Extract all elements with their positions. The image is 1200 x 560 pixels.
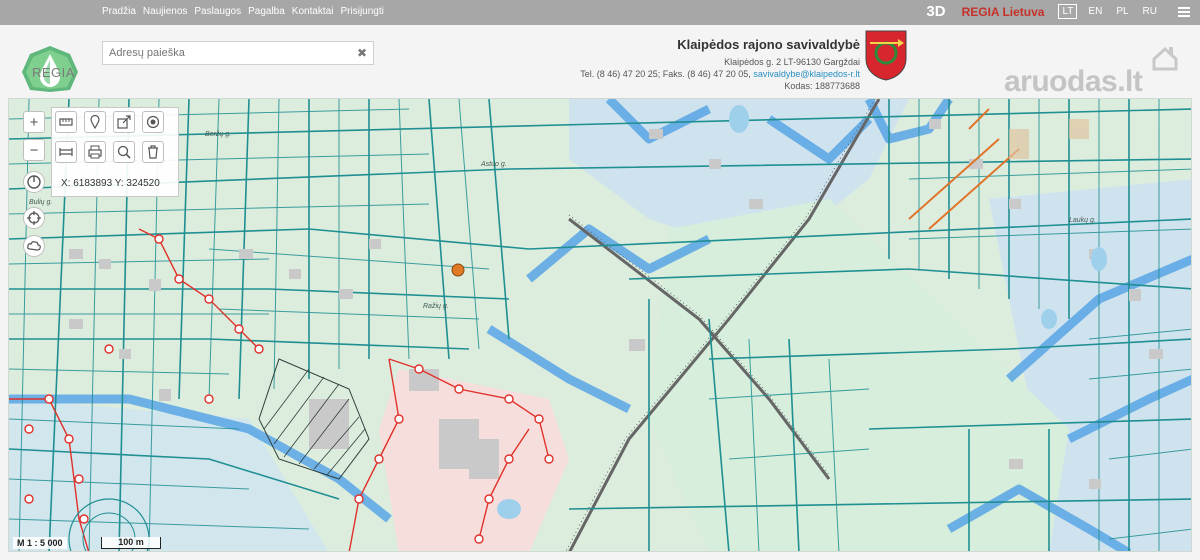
print-button[interactable]: [84, 141, 106, 163]
lang-lt[interactable]: LT: [1058, 4, 1078, 19]
compass-button[interactable]: [23, 171, 45, 193]
map-canvas: [9, 99, 1191, 551]
scale-bar: 100 m: [101, 537, 161, 549]
top-bar: Pradžia Naujienos Paslaugos Pagalba Kont…: [0, 0, 1200, 25]
top-right-nav: 3D REGIA Lietuva LT EN PL RU: [926, 3, 1190, 20]
trash-icon: [148, 145, 158, 159]
coat-of-arms-icon: [865, 30, 907, 81]
header: REGIA ✖ Klaipėdos rajono savivaldybė Kla…: [0, 25, 1200, 98]
ruler-icon: [59, 118, 73, 126]
municipality-info: Klaipėdos rajono savivaldybė Klaipėdos g…: [580, 37, 860, 92]
street-label: Ražių g.: [423, 303, 449, 310]
measure-button[interactable]: [55, 111, 77, 133]
nav-link-home[interactable]: Pradžia: [102, 6, 136, 17]
municipality-name: Klaipėdos rajono savivaldybė: [677, 37, 860, 52]
street-label: Beržų g.: [205, 131, 232, 138]
municipality-phone: Tel. (8 46) 47 20 25; Faks. (8 46) 47 20…: [580, 69, 751, 79]
zoom-out-button[interactable]: −: [23, 139, 45, 161]
compass-icon: [27, 175, 41, 189]
cloud-icon: [27, 241, 41, 251]
nav-link-news[interactable]: Naujienos: [143, 6, 187, 17]
street-label: Astuo g.: [481, 161, 507, 168]
search-icon: [117, 145, 131, 159]
street-label: Bulių g.: [29, 199, 53, 206]
search-area-button[interactable]: [113, 141, 135, 163]
top-nav: Pradžia Naujienos Paslaugos Pagalba Kont…: [102, 6, 384, 17]
delete-button[interactable]: [142, 141, 164, 163]
watermark: aruodas.lt: [1004, 65, 1143, 98]
nav-link-contacts[interactable]: Kontaktai: [292, 6, 334, 17]
3d-button[interactable]: 3D: [926, 3, 945, 20]
crosshair-icon: [27, 211, 41, 225]
location-marker: [451, 263, 465, 277]
coordinates-readout: X: 6183893 Y: 324520: [61, 178, 160, 189]
clear-icon[interactable]: ✖: [357, 46, 367, 60]
nav-link-services[interactable]: Paslaugos: [194, 6, 241, 17]
logo-text: REGIA: [32, 65, 75, 80]
pin-icon: [90, 115, 100, 129]
record-button[interactable]: [142, 111, 164, 133]
address-search: ✖: [102, 41, 374, 65]
menu-icon[interactable]: [1178, 6, 1190, 17]
municipality-contacts: Tel. (8 46) 47 20 25; Faks. (8 46) 47 20…: [580, 68, 860, 80]
map-scale: M 1 : 5 000: [13, 537, 67, 549]
share-button[interactable]: [113, 111, 135, 133]
regia-lietuva-link[interactable]: REGIA Lietuva: [962, 5, 1045, 19]
lang-en[interactable]: EN: [1085, 5, 1105, 18]
zoom-in-button[interactable]: +: [23, 111, 45, 133]
map-view[interactable]: Bulių g. Beržų g. Astuo g. Ražių g. Lauk…: [8, 98, 1192, 552]
municipality-code: Kodas: 188773688: [784, 81, 860, 91]
nav-link-help[interactable]: Pagalba: [248, 6, 285, 17]
distance-button[interactable]: [55, 141, 77, 163]
watermark-house-icon: [1152, 46, 1178, 71]
municipality-address: Klaipėdos g. 2 LT-96130 Gargždai: [724, 57, 860, 67]
distance-icon: [59, 148, 73, 156]
locate-button[interactable]: [23, 207, 45, 229]
lang-ru[interactable]: RU: [1140, 5, 1160, 18]
search-input[interactable]: [103, 42, 343, 64]
layers-button[interactable]: [23, 235, 45, 257]
target-icon: [146, 115, 160, 129]
lang-pl[interactable]: PL: [1113, 5, 1131, 18]
share-icon: [117, 115, 131, 129]
municipality-email[interactable]: savivaldybe@klaipedos-r.lt: [753, 69, 860, 79]
nav-link-login[interactable]: Prisijungti: [341, 6, 384, 17]
pin-button[interactable]: [84, 111, 106, 133]
printer-icon: [88, 145, 102, 159]
street-label: Laukų g.: [1069, 217, 1096, 224]
